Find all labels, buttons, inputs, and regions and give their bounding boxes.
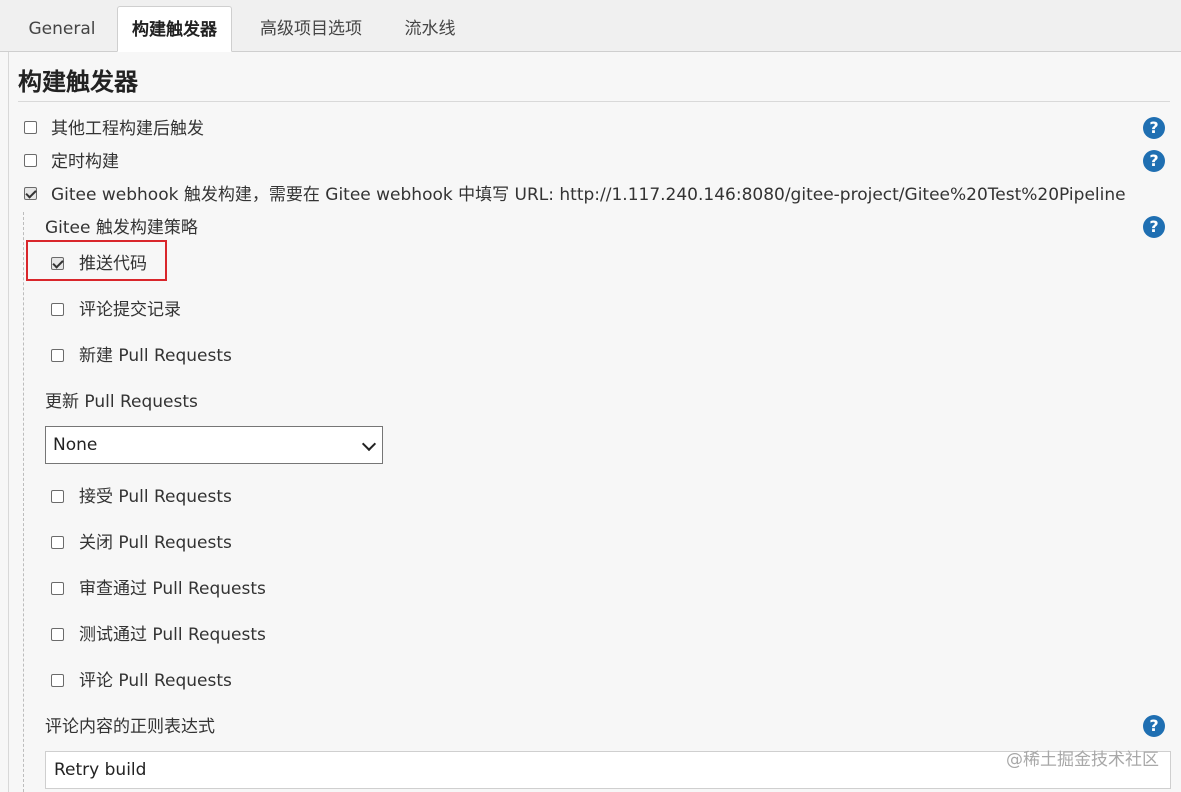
review-pass-pr-checkbox[interactable] bbox=[51, 582, 64, 595]
gitee-webhook-checkbox[interactable] bbox=[24, 187, 37, 200]
comment-regex-value: Retry build bbox=[54, 760, 147, 780]
comment-commit-label: 评论提交记录 bbox=[79, 300, 181, 320]
help-icon[interactable]: ? bbox=[1143, 216, 1165, 238]
accept-pr-checkbox[interactable] bbox=[51, 490, 64, 503]
tab-build-triggers[interactable]: 构建触发器 bbox=[117, 6, 232, 52]
update-pr-label: 更新 Pull Requests bbox=[45, 392, 198, 412]
help-icon[interactable]: ? bbox=[1143, 117, 1165, 139]
gitee-webhook-label: Gitee webhook 触发构建，需要在 Gitee webhook 中填写… bbox=[51, 185, 1126, 205]
tab-general[interactable]: General bbox=[16, 6, 108, 52]
update-pr-select-value: None bbox=[53, 435, 98, 455]
help-icon[interactable]: ? bbox=[1143, 715, 1165, 737]
scheduled-build-checkbox[interactable] bbox=[24, 154, 37, 167]
comment-regex-input[interactable]: Retry build bbox=[45, 751, 1171, 789]
tab-pipeline[interactable]: 流水线 bbox=[388, 6, 472, 52]
other-project-trigger-label: 其他工程构建后触发 bbox=[51, 119, 204, 139]
new-pr-checkbox[interactable] bbox=[51, 349, 64, 362]
update-pr-select[interactable]: None bbox=[45, 426, 383, 464]
new-pr-label: 新建 Pull Requests bbox=[79, 346, 232, 366]
comment-pr-checkbox[interactable] bbox=[51, 674, 64, 687]
section-divider bbox=[18, 101, 1170, 102]
scheduled-build-label: 定时构建 bbox=[51, 152, 119, 172]
accept-pr-label: 接受 Pull Requests bbox=[79, 487, 232, 507]
page-title: 构建触发器 bbox=[18, 68, 138, 96]
gitee-strategy-label: Gitee 触发构建策略 bbox=[45, 218, 198, 238]
tab-advanced-options[interactable]: 高级项目选项 bbox=[243, 6, 379, 52]
push-code-checkbox[interactable] bbox=[51, 257, 64, 270]
watermark: @稀土掘金技术社区 bbox=[1006, 750, 1159, 770]
close-pr-checkbox[interactable] bbox=[51, 536, 64, 549]
close-pr-label: 关闭 Pull Requests bbox=[79, 533, 232, 553]
other-project-trigger-checkbox[interactable] bbox=[24, 121, 37, 134]
test-pass-pr-label: 测试通过 Pull Requests bbox=[79, 625, 266, 645]
help-icon[interactable]: ? bbox=[1143, 150, 1165, 172]
comment-commit-checkbox[interactable] bbox=[51, 303, 64, 316]
comment-pr-label: 评论 Pull Requests bbox=[79, 671, 232, 691]
push-code-label: 推送代码 bbox=[79, 254, 147, 274]
test-pass-pr-checkbox[interactable] bbox=[51, 628, 64, 641]
chevron-down-icon bbox=[361, 436, 377, 452]
comment-regex-label: 评论内容的正则表达式 bbox=[45, 717, 215, 737]
nested-options-guide bbox=[23, 212, 24, 792]
review-pass-pr-label: 审查通过 Pull Requests bbox=[79, 579, 266, 599]
